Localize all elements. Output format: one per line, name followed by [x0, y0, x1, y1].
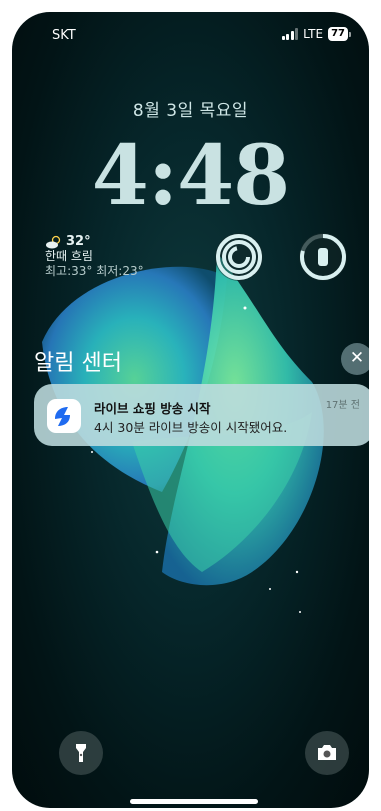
notification-card[interactable]: 라이브 쇼핑 방송 시작 4시 30분 라이브 방송이 시작됐어요. 17분 전	[34, 384, 369, 446]
notification-center-title: 알림 센터	[34, 351, 122, 376]
lock-time: 4:48	[91, 128, 290, 224]
flashlight-button[interactable]	[59, 731, 103, 775]
watch-battery-widget[interactable]	[296, 230, 350, 284]
network-type: LTE	[303, 27, 324, 41]
camera-button[interactable]	[305, 731, 349, 775]
notification-time: 17분 전	[325, 400, 360, 411]
battery-icon	[349, 31, 351, 37]
app-icon	[47, 399, 81, 433]
status-bar: SKT LTE 77	[12, 26, 369, 46]
weather-condition: 한때 흐림	[45, 249, 93, 263]
status-indicators: LTE 77	[281, 27, 351, 41]
notification-body: 4시 30분 라이브 방송이 시작됐어요.	[94, 420, 288, 435]
weather-widget[interactable]: 32° 한때 흐림 최고:33° 최저:23°	[45, 234, 144, 279]
weather-hilo: 최고:33° 최저:23°	[45, 264, 144, 278]
lock-date: 8월 3일 목요일	[132, 101, 249, 121]
weather-temp: 32°	[66, 234, 91, 249]
camera-icon	[318, 745, 336, 760]
notification-title: 라이브 쇼핑 방송 시작	[94, 401, 211, 416]
partly-cloudy-icon	[46, 235, 61, 248]
close-icon: ✕	[349, 348, 365, 368]
battery-level: 77	[328, 27, 348, 41]
close-button[interactable]: ✕	[341, 343, 369, 375]
home-indicator[interactable]	[130, 799, 258, 804]
activity-widget[interactable]	[212, 230, 266, 284]
carrier-name: SKT	[52, 28, 76, 43]
watch-battery-icon	[299, 233, 347, 281]
activity-rings-icon	[215, 233, 263, 281]
lock-screen: SKT LTE 77 8월 3일 목요일 4:48 32° 한때 흐림 최고:3…	[12, 12, 369, 808]
signal-icon	[281, 28, 299, 40]
flashlight-icon	[76, 744, 86, 762]
